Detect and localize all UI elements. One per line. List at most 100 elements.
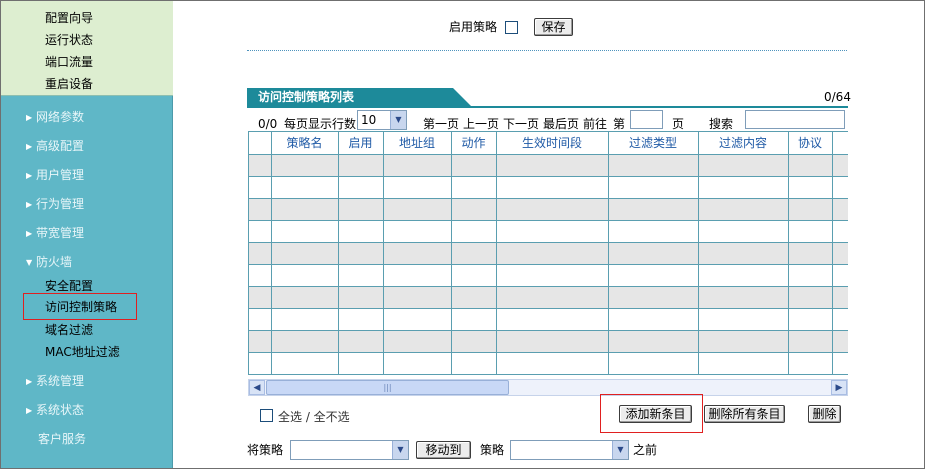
table-cell [832,242,848,265]
next-page-link[interactable]: 下一页 [503,117,539,131]
sidebar-item-port-traffic[interactable]: 端口流量 [45,55,93,69]
table-cell [608,330,699,353]
table-cell [832,264,848,287]
table-cell [496,242,609,265]
table-cell [338,220,384,243]
table-cell [249,352,272,375]
table-cell [496,264,609,287]
tab-underline [247,106,848,108]
sidebar-subitem-domain-filter[interactable]: 域名过滤 [45,323,93,337]
save-button[interactable]: 保存 [534,18,573,36]
horizontal-scrollbar[interactable]: ◀ ||| ▶ [248,379,848,396]
sidebar-item-bandwidth[interactable]: ▶ 带宽管理 [26,226,84,241]
table-cell [271,308,339,331]
table-cell [338,154,384,177]
table-cell [451,308,497,331]
table-row[interactable] [249,154,848,177]
enable-policy-label: 启用策略 [449,20,498,34]
first-page-link[interactable]: 第一页 [423,117,459,131]
table-row[interactable] [249,286,848,309]
table-cell [338,352,384,375]
enable-policy-checkbox[interactable] [505,21,518,34]
sidebar-item-customer-service[interactable]: 客户服务 [38,432,86,446]
table-cell [338,198,384,221]
sidebar-item-advanced[interactable]: ▶ 高级配置 [26,139,84,154]
sidebar-item-config-wizard[interactable]: 配置向导 [45,11,93,25]
table-header-row: 策略名 启用 地址组 动作 生效时间段 过滤类型 过滤内容 协议 [249,132,848,155]
sidebar-item-reboot[interactable]: 重启设备 [45,77,93,91]
chevron-down-icon: ▼ [612,441,628,459]
table-cell [271,264,339,287]
add-entry-button[interactable]: 添加新条目 [619,405,692,423]
list-title-tab: 访问控制策略列表 [247,88,472,107]
table-cell [698,242,789,265]
table-cell [338,242,384,265]
sidebar-item-firewall[interactable]: ▼ 防火墙 [26,255,72,270]
table-cell [698,198,789,221]
table-row[interactable] [249,264,848,287]
table-cell [383,220,452,243]
highlight-box [23,293,137,320]
table-cell [338,308,384,331]
chevron-right-icon[interactable]: ▶ [831,380,847,395]
sidebar: 配置向导 运行状态 端口流量 重启设备 ▶ 网络参数 ▶ 高级配置 ▶ 用户管理 ▶ 行… [1,1,173,468]
sidebar-subitem-mac-filter[interactable]: MAC地址过滤 [45,345,120,359]
table-cell [383,308,452,331]
table-cell [788,198,833,221]
last-page-link[interactable]: 最后页 [543,117,579,131]
chevron-left-icon[interactable]: ◀ [249,380,265,395]
list-title: 访问控制策略列表 [258,90,355,104]
sidebar-item-users[interactable]: ▶ 用户管理 [26,168,84,183]
select-all-label[interactable]: 全选 / 全不选 [278,410,350,424]
policy-label: 策略 [480,443,505,457]
table-cell [698,286,789,309]
header-policy-name: 策略名 [271,132,339,155]
table-cell [271,242,339,265]
sidebar-subitem-security-config[interactable]: 安全配置 [45,279,93,293]
page-suffix: 页 [672,117,685,131]
table-cell [788,352,833,375]
delete-all-button[interactable]: 删除所有条目 [704,405,785,423]
table-cell [271,286,339,309]
table-cell [383,330,452,353]
source-policy-select[interactable]: ▼ [290,440,409,460]
table-cell [383,176,452,199]
search-input[interactable] [745,110,845,129]
table-row[interactable] [249,242,848,265]
table-cell [788,176,833,199]
sidebar-item-system-manage[interactable]: ▶ 系统管理 [26,374,84,389]
select-all-checkbox[interactable] [260,409,273,422]
table-cell [451,264,497,287]
delete-button[interactable]: 删除 [808,405,841,423]
sidebar-item-run-status[interactable]: 运行状态 [45,33,93,47]
table-body [249,154,848,375]
table-cell [698,176,789,199]
page-info: 0/0 [258,117,278,131]
page-number-input[interactable] [630,110,663,129]
table-cell [698,220,789,243]
target-policy-select[interactable]: ▼ [510,440,629,460]
table-cell [271,330,339,353]
table-cell [832,352,848,375]
sidebar-item-behavior[interactable]: ▶ 行为管理 [26,197,84,212]
table-row[interactable] [249,330,848,353]
table-cell [249,198,272,221]
sidebar-item-label: 网络参数 [36,110,85,124]
table-row[interactable] [249,198,848,221]
table-row[interactable] [249,220,848,243]
sidebar-item-network[interactable]: ▶ 网络参数 [26,110,84,125]
table-cell [249,264,272,287]
sidebar-item-label: 带宽管理 [36,226,85,240]
sidebar-item-system-status[interactable]: ▶ 系统状态 [26,403,84,418]
table-row[interactable] [249,176,848,199]
table-cell [451,352,497,375]
table-cell [338,286,384,309]
table-cell [271,352,339,375]
scrollbar-thumb[interactable]: ||| [266,380,509,395]
table-row[interactable] [249,352,848,375]
table-cell [271,198,339,221]
rows-per-page-select[interactable]: 10 ▼ [357,110,407,130]
table-row[interactable] [249,308,848,331]
move-to-button[interactable]: 移动到 [416,441,471,459]
prev-page-link[interactable]: 上一页 [463,117,499,131]
